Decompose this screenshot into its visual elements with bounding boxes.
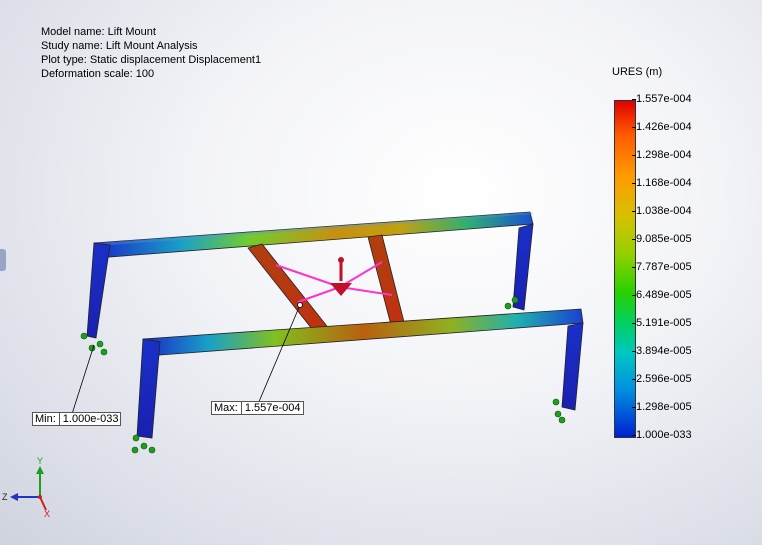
max-leader-line xyxy=(257,304,301,405)
max-probe-value: 1.557e-004 xyxy=(240,402,301,414)
legend-tick: 1.426e-004 xyxy=(632,121,692,133)
legend-tick: 5.191e-005 xyxy=(632,317,692,329)
min-probe-prefix: Min: xyxy=(35,413,56,425)
min-leader-line xyxy=(71,344,95,415)
legend-tick: 2.596e-005 xyxy=(632,373,692,385)
max-probe-label[interactable]: Max: 1.557e-004 xyxy=(211,401,304,415)
legend-tick: 1.557e-004 xyxy=(632,93,692,105)
legend-tick: 3.894e-005 xyxy=(632,345,692,357)
triad-z-label: Z xyxy=(2,492,8,502)
triad-y-label: Y xyxy=(37,456,43,466)
color-legend-bar xyxy=(614,100,636,438)
legend-tick: 7.787e-005 xyxy=(632,261,692,273)
legend-tick: 9.085e-005 xyxy=(632,233,692,245)
triad-x-label: X xyxy=(44,509,50,519)
front-beam xyxy=(136,308,584,439)
legend-title: URES (m) xyxy=(612,66,663,78)
min-probe-value: 1.000e-033 xyxy=(58,413,118,425)
legend-tick: 1.168e-004 xyxy=(632,177,692,189)
legend-tick: 1.298e-005 xyxy=(632,401,692,413)
legend-tick: 1.000e-033 xyxy=(632,429,692,441)
legend-tick: 1.298e-004 xyxy=(632,149,692,161)
min-probe-label[interactable]: Min: 1.000e-033 xyxy=(32,412,122,426)
axis-triad: Y Z X xyxy=(2,456,50,519)
max-probe-prefix: Max: xyxy=(214,402,238,414)
cross-braces xyxy=(247,234,405,335)
legend-tick: 6.489e-005 xyxy=(632,289,692,301)
legend-tick: 1.038e-004 xyxy=(632,205,692,217)
